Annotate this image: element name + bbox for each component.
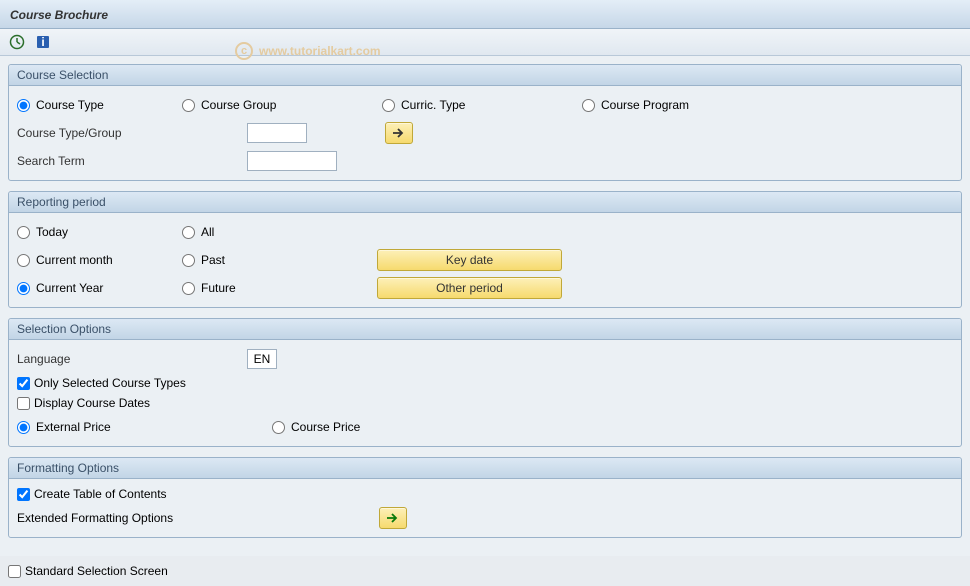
label-language: Language [17, 352, 247, 366]
radio-course-program[interactable]: Course Program [582, 98, 782, 112]
arrow-button-extended[interactable] [379, 507, 407, 529]
radio-course-price[interactable]: Course Price [272, 420, 360, 434]
content-area: Course Selection Course Type Course Grou… [0, 56, 970, 556]
radio-curric-type[interactable]: Curric. Type [382, 98, 582, 112]
radio-current-year[interactable]: Current Year [17, 281, 182, 295]
execute-button[interactable] [6, 32, 28, 52]
info-button[interactable]: i [32, 32, 54, 52]
selection-options-group: Selection Options Language Only Selected… [8, 318, 962, 447]
label-extended-formatting: Extended Formatting Options [17, 511, 379, 525]
formatting-options-group: Formatting Options Create Table of Conte… [8, 457, 962, 538]
other-period-button[interactable]: Other period [377, 277, 562, 299]
clock-icon [9, 34, 25, 50]
checkbox-standard-selection[interactable]: Standard Selection Screen [0, 556, 970, 586]
checkbox-only-selected[interactable]: Only Selected Course Types [17, 376, 953, 390]
radio-future[interactable]: Future [182, 281, 377, 295]
arrow-right-icon [392, 127, 406, 139]
info-icon: i [35, 34, 51, 50]
group-title: Formatting Options [9, 458, 961, 479]
page-title: Course Brochure [10, 8, 108, 22]
radio-course-type[interactable]: Course Type [17, 98, 182, 112]
svg-text:i: i [41, 35, 44, 49]
key-date-button[interactable]: Key date [377, 249, 562, 271]
checkbox-display-dates[interactable]: Display Course Dates [17, 396, 953, 410]
group-title: Selection Options [9, 319, 961, 340]
radio-today[interactable]: Today [17, 225, 182, 239]
radio-past[interactable]: Past [182, 253, 377, 267]
toolbar: i [0, 29, 970, 56]
checkbox-create-toc[interactable]: Create Table of Contents [17, 487, 953, 501]
reporting-period-group: Reporting period Today All Current month [8, 191, 962, 308]
radio-course-group[interactable]: Course Group [182, 98, 382, 112]
label-course-type-group: Course Type/Group [17, 126, 247, 140]
arrow-button-type-group[interactable] [385, 122, 413, 144]
course-selection-group: Course Selection Course Type Course Grou… [8, 64, 962, 181]
arrow-right-green-icon [386, 512, 400, 524]
title-bar: Course Brochure [0, 0, 970, 29]
radio-external-price[interactable]: External Price [17, 420, 272, 434]
radio-current-month[interactable]: Current month [17, 253, 182, 267]
input-language[interactable] [247, 349, 277, 369]
input-search-term[interactable] [247, 151, 337, 171]
group-title: Course Selection [9, 65, 961, 86]
group-title: Reporting period [9, 192, 961, 213]
input-course-type-group[interactable] [247, 123, 307, 143]
radio-all[interactable]: All [182, 225, 377, 239]
label-search-term: Search Term [17, 154, 247, 168]
